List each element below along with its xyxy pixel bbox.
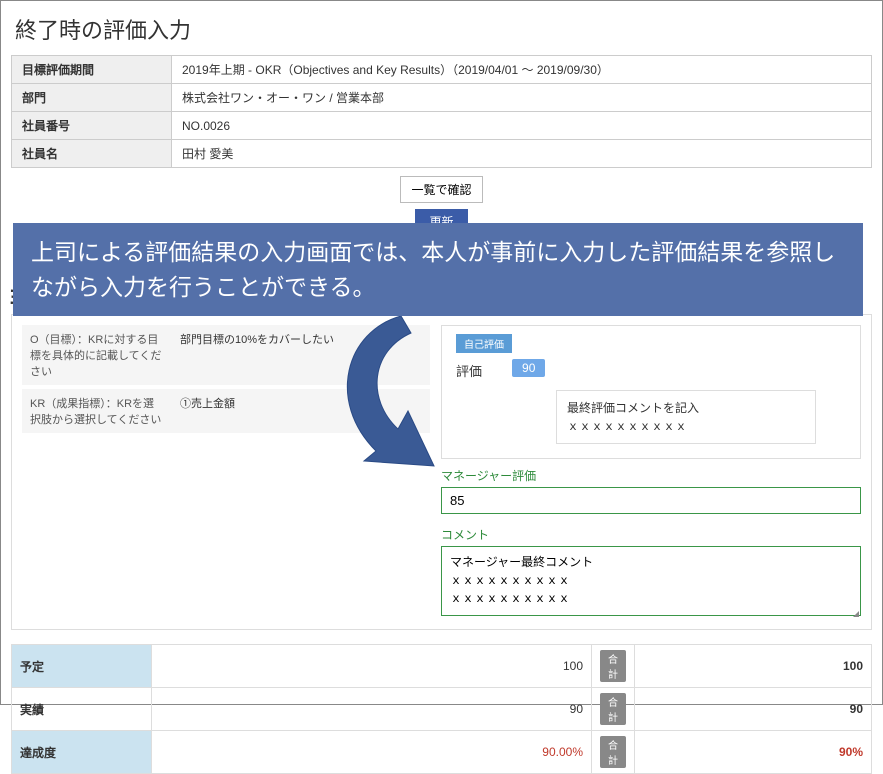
planned-value: 100 <box>152 645 592 688</box>
info-table: 目標評価期間 2019年上期 - OKR（Objectives and Key … <box>11 55 872 168</box>
rate-total: 90% <box>635 731 872 774</box>
objective-label: O（目標）：KRに対する目標を具体的に記載してください <box>22 325 172 385</box>
manager-comment-label: コメント <box>441 526 861 543</box>
annotation-overlay: 上司による評価結果の入力画面では、本人が事前に入力した評価結果を参照しながら入力… <box>13 223 863 316</box>
dept-label: 部門 <box>12 84 172 112</box>
period-label: 目標評価期間 <box>12 56 172 84</box>
manager-comment-textarea[interactable] <box>441 546 861 616</box>
actual-label: 実績 <box>12 688 152 731</box>
rate-value: 90.00% <box>152 731 592 774</box>
list-confirm-button[interactable]: 一覧で確認 <box>400 176 482 203</box>
emp-name-label: 社員名 <box>12 140 172 168</box>
planned-label: 予定 <box>12 645 152 688</box>
period-value: 2019年上期 - OKR（Objectives and Key Results… <box>172 56 872 84</box>
resize-handle-icon[interactable] <box>853 611 859 617</box>
actual-total: 90 <box>635 688 872 731</box>
kr-label: KR（成果指標）：KRを選択肢から選択してください <box>22 389 172 433</box>
emp-name-value: 田村 愛美 <box>172 140 872 168</box>
rate-label: 達成度 <box>12 731 152 774</box>
actual-value: 90 <box>152 688 592 731</box>
summary-table: 予定 100 合計 100 実績 90 合計 90 達成度 90.00% 合計 … <box>11 644 872 774</box>
manager-score-label: マネージャー評価 <box>441 467 861 484</box>
total-badge: 合計 <box>600 693 626 725</box>
self-eval-comment-title: 最終評価コメントを記入 <box>567 399 805 417</box>
self-eval-comment-body: ｘｘｘｘｘｘｘｘｘｘ <box>567 417 805 435</box>
dept-value: 株式会社ワン・オー・ワン / 営業本部 <box>172 84 872 112</box>
self-evaluation-box: 自己評価 評価 90 最終評価コメントを記入 ｘｘｘｘｘｘｘｘｘｘ <box>441 325 861 459</box>
total-badge: 合計 <box>600 650 626 682</box>
self-eval-score: 90 <box>512 359 545 377</box>
self-eval-comment: 最終評価コメントを記入 ｘｘｘｘｘｘｘｘｘｘ <box>556 390 816 444</box>
arrow-icon <box>316 311 466 481</box>
emp-no-label: 社員番号 <box>12 112 172 140</box>
total-badge: 合計 <box>600 736 626 768</box>
planned-total: 100 <box>635 645 872 688</box>
page-title: 終了時の評価入力 <box>1 1 882 55</box>
manager-score-input[interactable] <box>441 487 861 514</box>
emp-no-value: NO.0026 <box>172 112 872 140</box>
